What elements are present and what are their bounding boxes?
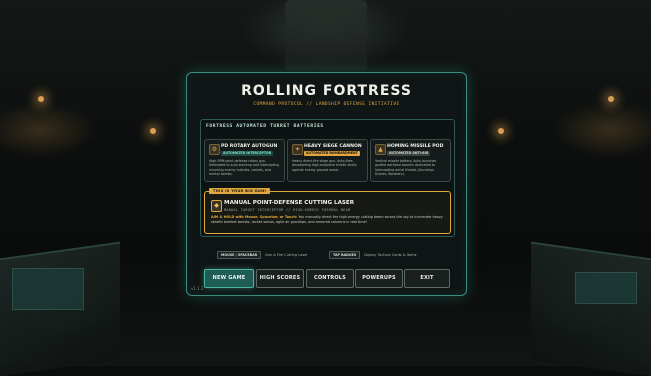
key-badge: MOUSE / SPACEBAR (217, 251, 262, 259)
hint-label: Aim & Fire Cutting Laser (265, 253, 308, 257)
turret-description: High-RPM point-defense rotary gun. Dedic… (209, 159, 280, 177)
background-monitor-screen (575, 272, 637, 304)
hint-label: Deploy Tactical Cards & Items (364, 253, 417, 257)
powerups-button[interactable]: POWERUPS (355, 269, 403, 288)
turret-name: HEAVY SIEGE CANNON (304, 144, 362, 149)
cannon-icon: ✦ (292, 144, 303, 155)
game-subtitle: COMMAND PROTOCOL // LANDSHIP DEFENSE INI… (253, 102, 400, 107)
high-scores-button[interactable]: HIGH SCORES (256, 269, 304, 288)
turret-name: HOMING MISSILE POD (387, 144, 444, 149)
turret-tag: AUTOMATED ANTI-AIR (387, 151, 431, 156)
section-title: FORTRESS AUTOMATED TURRET BATTERIES (206, 124, 324, 129)
autogun-icon: ⚙ (209, 144, 220, 155)
lamp-icon (498, 128, 504, 134)
big-gun-badge: THIS IS YOUR BIG GUN! (209, 188, 271, 194)
manual-laser-card: THIS IS YOUR BIG GUN! ◆ MANUAL POINT-DEF… (204, 188, 451, 234)
turret-name: PD ROTARY AUTOGUN (221, 144, 278, 149)
background-map-screen (12, 268, 84, 310)
missile-icon: ▲ (375, 144, 386, 155)
turret-description: Heavy direct-fire siege gun. Auto-fires … (292, 159, 357, 172)
hint-deploy: TAP BADGES Deploy Tactical Cards & Items (329, 251, 417, 259)
lamp-icon (150, 128, 156, 134)
exit-button[interactable]: EXIT (404, 269, 450, 288)
turret-card-missile: ▲ HOMING MISSILE POD AUTOMATED ANTI-AIR … (370, 139, 451, 182)
controls-button[interactable]: CONTROLS (306, 269, 354, 288)
version-label: v1.1.2 (191, 286, 204, 291)
background-console-right (531, 241, 651, 376)
laser-subtitle: MANUAL TARGET INTERCEPTOR // HIGH-ENERGY… (224, 208, 351, 212)
turret-batteries-section: FORTRESS AUTOMATED TURRET BATTERIES ⚙ PD… (200, 119, 455, 237)
turret-tag: AUTOMATED BOMBARDMENT (304, 151, 360, 156)
laser-name: MANUAL POINT-DEFENSE CUTTING LASER (224, 200, 355, 206)
lamp-icon (38, 96, 44, 102)
hint-aim: MOUSE / SPACEBAR Aim & Fire Cutting Lase… (217, 251, 308, 259)
key-badge: TAP BADGES (329, 251, 361, 259)
turret-card-cannon: ✦ HEAVY SIEGE CANNON AUTOMATED BOMBARDME… (287, 139, 368, 182)
lamp-icon (608, 96, 614, 102)
game-title: ROLLING FORTRESS (241, 83, 412, 99)
background-tower (285, 0, 367, 70)
turret-description: Vertical missile battery. Auto-launches … (375, 159, 437, 177)
new-game-button[interactable]: NEW GAME (204, 269, 254, 288)
main-menu-panel: ROLLING FORTRESS COMMAND PROTOCOL // LAN… (186, 72, 467, 296)
turret-tag: AUTOMATED INTERCEPTOR (221, 151, 274, 156)
laser-icon: ◆ (211, 200, 222, 212)
laser-description-highlight: AIM & HOLD with Mouse, Spacebar, or Touc… (211, 215, 298, 219)
laser-description: AIM & HOLD with Mouse, Spacebar, or Touc… (211, 215, 447, 225)
turret-card-autogun: ⚙ PD ROTARY AUTOGUN AUTOMATED INTERCEPTO… (204, 139, 285, 182)
